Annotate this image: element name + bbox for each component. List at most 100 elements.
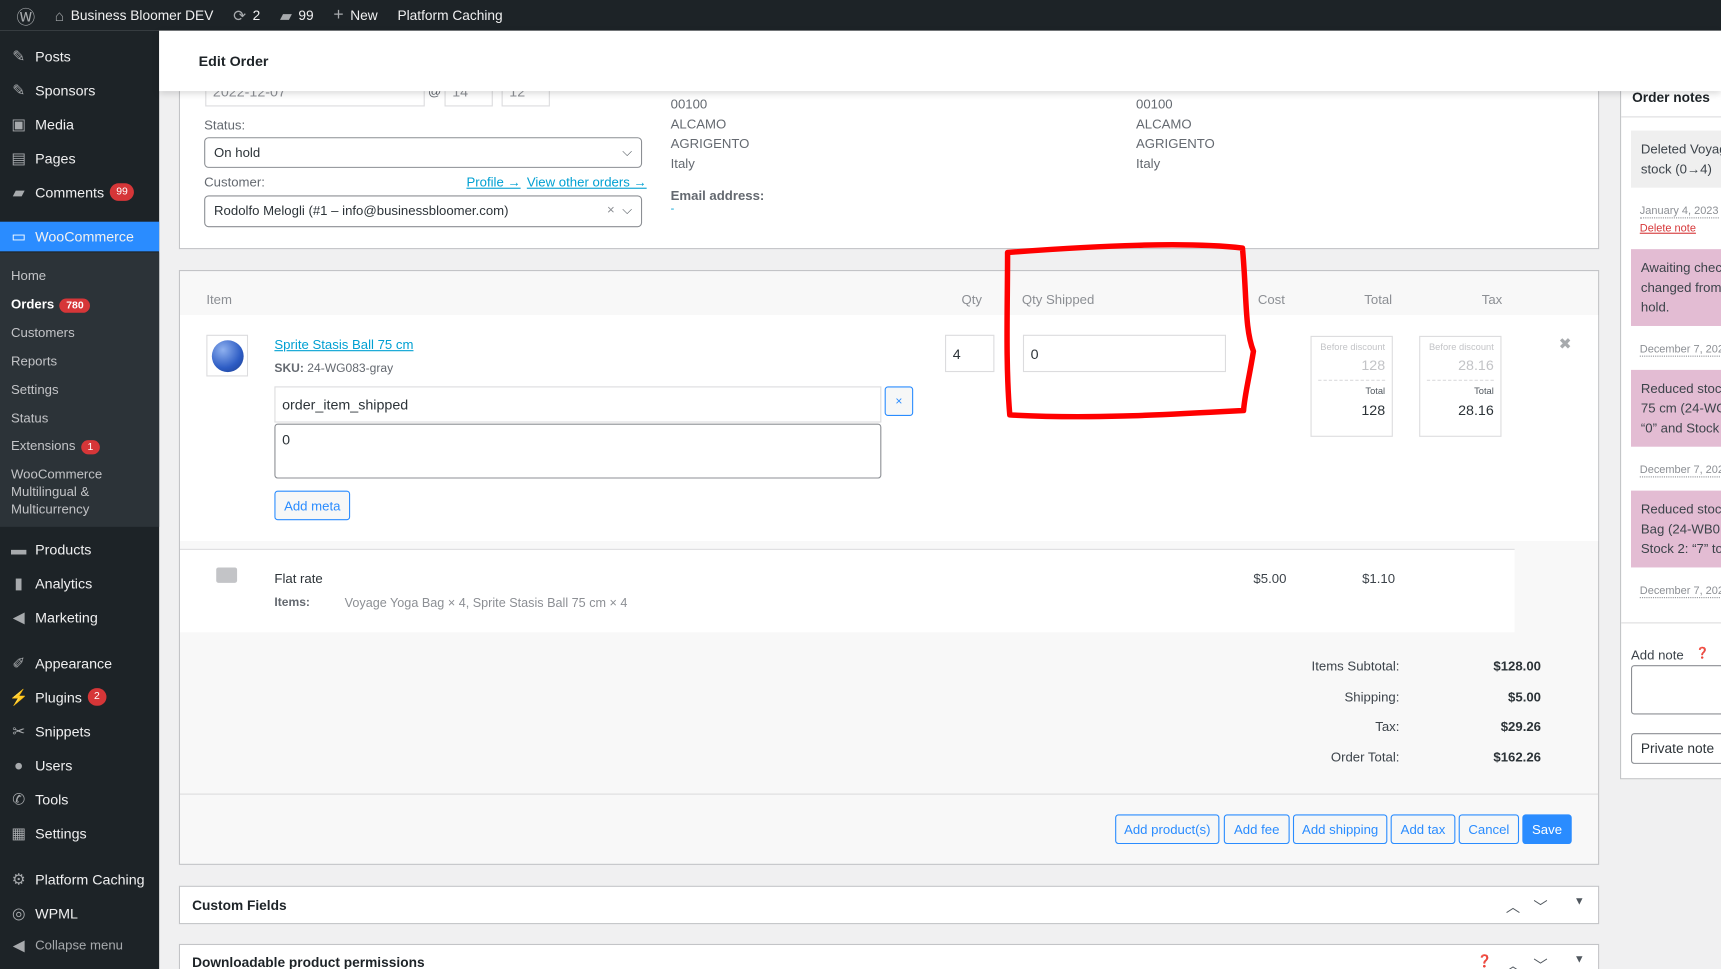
line-tax-input[interactable]: 28.16 xyxy=(1427,402,1494,418)
add-fee-button[interactable]: Add fee xyxy=(1223,814,1290,845)
sidebar-item-settings[interactable]: ▦ Settings xyxy=(0,818,159,849)
sidebar-item-collapse-menu[interactable]: ◀ Collapse menu xyxy=(0,930,159,961)
chevron-down-icon: ⌵ xyxy=(622,201,633,218)
collapse-icon: ◀ xyxy=(12,935,25,954)
sidebar-item-analytics[interactable]: ▮ Analytics xyxy=(0,567,159,598)
add-meta-button[interactable]: Add meta xyxy=(274,490,351,521)
sidebar-item-products[interactable]: ▬ Products xyxy=(0,533,159,564)
move-down-icon[interactable]: ﹀ xyxy=(1533,954,1547,969)
submenu-item-home[interactable]: Home xyxy=(11,268,46,283)
gear-icon: ⚙ xyxy=(11,869,26,888)
submenu-item-customers[interactable]: Customers xyxy=(11,325,75,340)
cancel-button[interactable]: Cancel xyxy=(1458,814,1520,845)
clear-icon[interactable]: × xyxy=(607,202,615,217)
submenu-item-reports[interactable]: Reports xyxy=(11,353,57,368)
sidebar-item-tools[interactable]: ✆ Tools xyxy=(0,784,159,815)
archive-icon: ▬ xyxy=(10,540,27,558)
wrench-icon: ✆ xyxy=(12,789,26,808)
sidebar-item-sponsors[interactable]: ✎ Sponsors xyxy=(0,75,159,106)
count-badge: 780 xyxy=(59,298,91,313)
comment-icon: ▰ xyxy=(12,182,25,201)
comments-link[interactable]: ▰ 99 xyxy=(270,0,323,31)
delete-item-icon[interactable]: ✖ xyxy=(1559,335,1572,354)
toggle-panel-icon[interactable]: ▼ xyxy=(1574,954,1585,966)
move-up-icon[interactable]: ︿ xyxy=(1506,954,1520,969)
updates-link[interactable]: ⟳ 2 xyxy=(223,0,270,31)
add-tax-button[interactable]: Add tax xyxy=(1390,814,1456,845)
order-notes-title: Order notes xyxy=(1632,90,1710,106)
line-total-box: Before discount 128 Total 128 xyxy=(1310,335,1393,437)
sidebar-item-marketing[interactable]: ◀ Marketing xyxy=(0,601,159,632)
delete-note-link[interactable]: Delete note xyxy=(1640,223,1696,235)
email-label: Email address: xyxy=(670,187,765,204)
customer-select[interactable]: Rodolfo Melogli (#1 – info@businessbloom… xyxy=(204,195,643,228)
address-line: Italy xyxy=(1135,155,1161,172)
sidebar-item-users[interactable]: ● Users xyxy=(0,750,159,781)
line-subtotal-input[interactable]: 128 xyxy=(1318,357,1386,381)
column-cost: Cost xyxy=(1257,291,1285,308)
meta-key-input[interactable]: order_item_shipped xyxy=(274,386,882,423)
help-icon[interactable]: ❓ xyxy=(1477,954,1492,968)
qty-input[interactable]: 4 xyxy=(945,334,995,373)
status-select[interactable]: On hold ⌵ xyxy=(204,137,643,168)
sidebar-item-comments[interactable]: ▰ Comments 99 xyxy=(0,177,159,208)
note-date: January 4, 2023 xyxy=(1639,205,1719,219)
wpml-icon: ◎ xyxy=(11,903,26,922)
downloadable-permissions-panel[interactable]: Downloadable product permissions ❓ ︿ ﹀ ▼ xyxy=(178,943,1600,969)
sidebar-item-posts[interactable]: ✎ Posts xyxy=(0,41,159,72)
sidebar-item-plugins[interactable]: ⚡ Plugins 2 xyxy=(0,682,159,713)
save-button[interactable]: Save xyxy=(1522,814,1572,845)
megaphone-icon: ◀ xyxy=(12,607,25,626)
page-title: Edit Order xyxy=(198,52,269,70)
custom-fields-panel[interactable]: Custom Fields ︿ ﹀ ▼ xyxy=(178,885,1600,925)
address-line: 00100 xyxy=(670,96,708,112)
pin-icon: ✎ xyxy=(12,80,26,99)
wordpress-logo-icon[interactable]: Ⓦ xyxy=(7,0,45,31)
move-up-icon[interactable]: ︿ xyxy=(1506,896,1520,917)
submenu-item-extensions[interactable]: Extensions 1 xyxy=(11,438,100,456)
line-total-input[interactable]: 128 xyxy=(1318,402,1385,418)
truck-icon xyxy=(216,567,238,583)
pin-icon: ✎ xyxy=(12,46,26,65)
note-type-select[interactable]: Private note xyxy=(1631,733,1721,764)
add-shipping-button[interactable]: Add shipping xyxy=(1292,814,1388,845)
sidebar-item-appearance[interactable]: ✐ Appearance xyxy=(0,648,159,679)
move-down-icon[interactable]: ﹀ xyxy=(1533,896,1547,917)
email-value[interactable]: - xyxy=(671,203,675,215)
count-badge: 2 xyxy=(87,688,107,706)
toggle-panel-icon[interactable]: ▼ xyxy=(1574,896,1585,908)
product-link[interactable]: Sprite Stasis Ball 75 cm xyxy=(274,337,413,352)
qty-shipped-input[interactable]: 0 xyxy=(1022,334,1226,373)
sidebar-item-platform-caching[interactable]: ⚙ Platform Caching xyxy=(0,864,159,895)
address-line: ALCAMO xyxy=(1135,116,1192,132)
submenu-item-settings[interactable]: Settings xyxy=(11,382,59,397)
admin-bar: Ⓦ ⌂ Business Bloomer DEV ⟳ 2 ▰ 99 + New Plat… xyxy=(0,0,1721,31)
meta-value-textarea[interactable]: 0 xyxy=(274,423,882,479)
view-other-orders-link[interactable]: View other orders → xyxy=(527,175,647,190)
column-total: Total xyxy=(1364,291,1393,308)
submenu-item-woocommerce[interactable]: WooCommerce Multilingual & Multicurrency xyxy=(11,465,121,518)
note-date: December 7, 202 xyxy=(1639,344,1721,357)
sidebar-item-snippets[interactable]: ✂ Snippets xyxy=(0,716,159,747)
chart-icon: ▮ xyxy=(14,573,23,592)
media-icon: ▣ xyxy=(11,114,26,133)
order-note: Deleted Voyag stock (0→4) xyxy=(1631,130,1721,188)
address-line: ALCAMO xyxy=(670,116,727,132)
add-note-textarea[interactable] xyxy=(1631,665,1721,715)
line-subtax-input[interactable]: 28.16 xyxy=(1426,357,1494,381)
help-icon[interactable]: ❓ xyxy=(1696,648,1710,660)
address-line: 00100 xyxy=(1135,96,1173,112)
note-date: December 7, 202 xyxy=(1639,585,1721,599)
sidebar-item-media[interactable]: ▣ Media xyxy=(0,109,159,140)
customer-profile-link[interactable]: Profile → xyxy=(466,175,520,190)
sidebar-item-wpml[interactable]: ◎ WPML xyxy=(0,898,159,929)
submenu-item-status[interactable]: Status xyxy=(11,410,48,425)
submenu-item-orders[interactable]: Orders 780 xyxy=(11,296,91,314)
sidebar-item-pages[interactable]: ▤ Pages xyxy=(0,143,159,174)
site-name-link[interactable]: ⌂ Business Bloomer DEV xyxy=(45,0,223,31)
remove-meta-button[interactable]: × xyxy=(884,386,914,416)
platform-caching-link[interactable]: Platform Caching xyxy=(388,0,513,31)
sidebar-item-woocommerce[interactable]: ▭ WooCommerce xyxy=(0,221,160,252)
new-link[interactable]: + New xyxy=(324,0,388,31)
add-products-button[interactable]: Add product(s) xyxy=(1115,814,1220,845)
